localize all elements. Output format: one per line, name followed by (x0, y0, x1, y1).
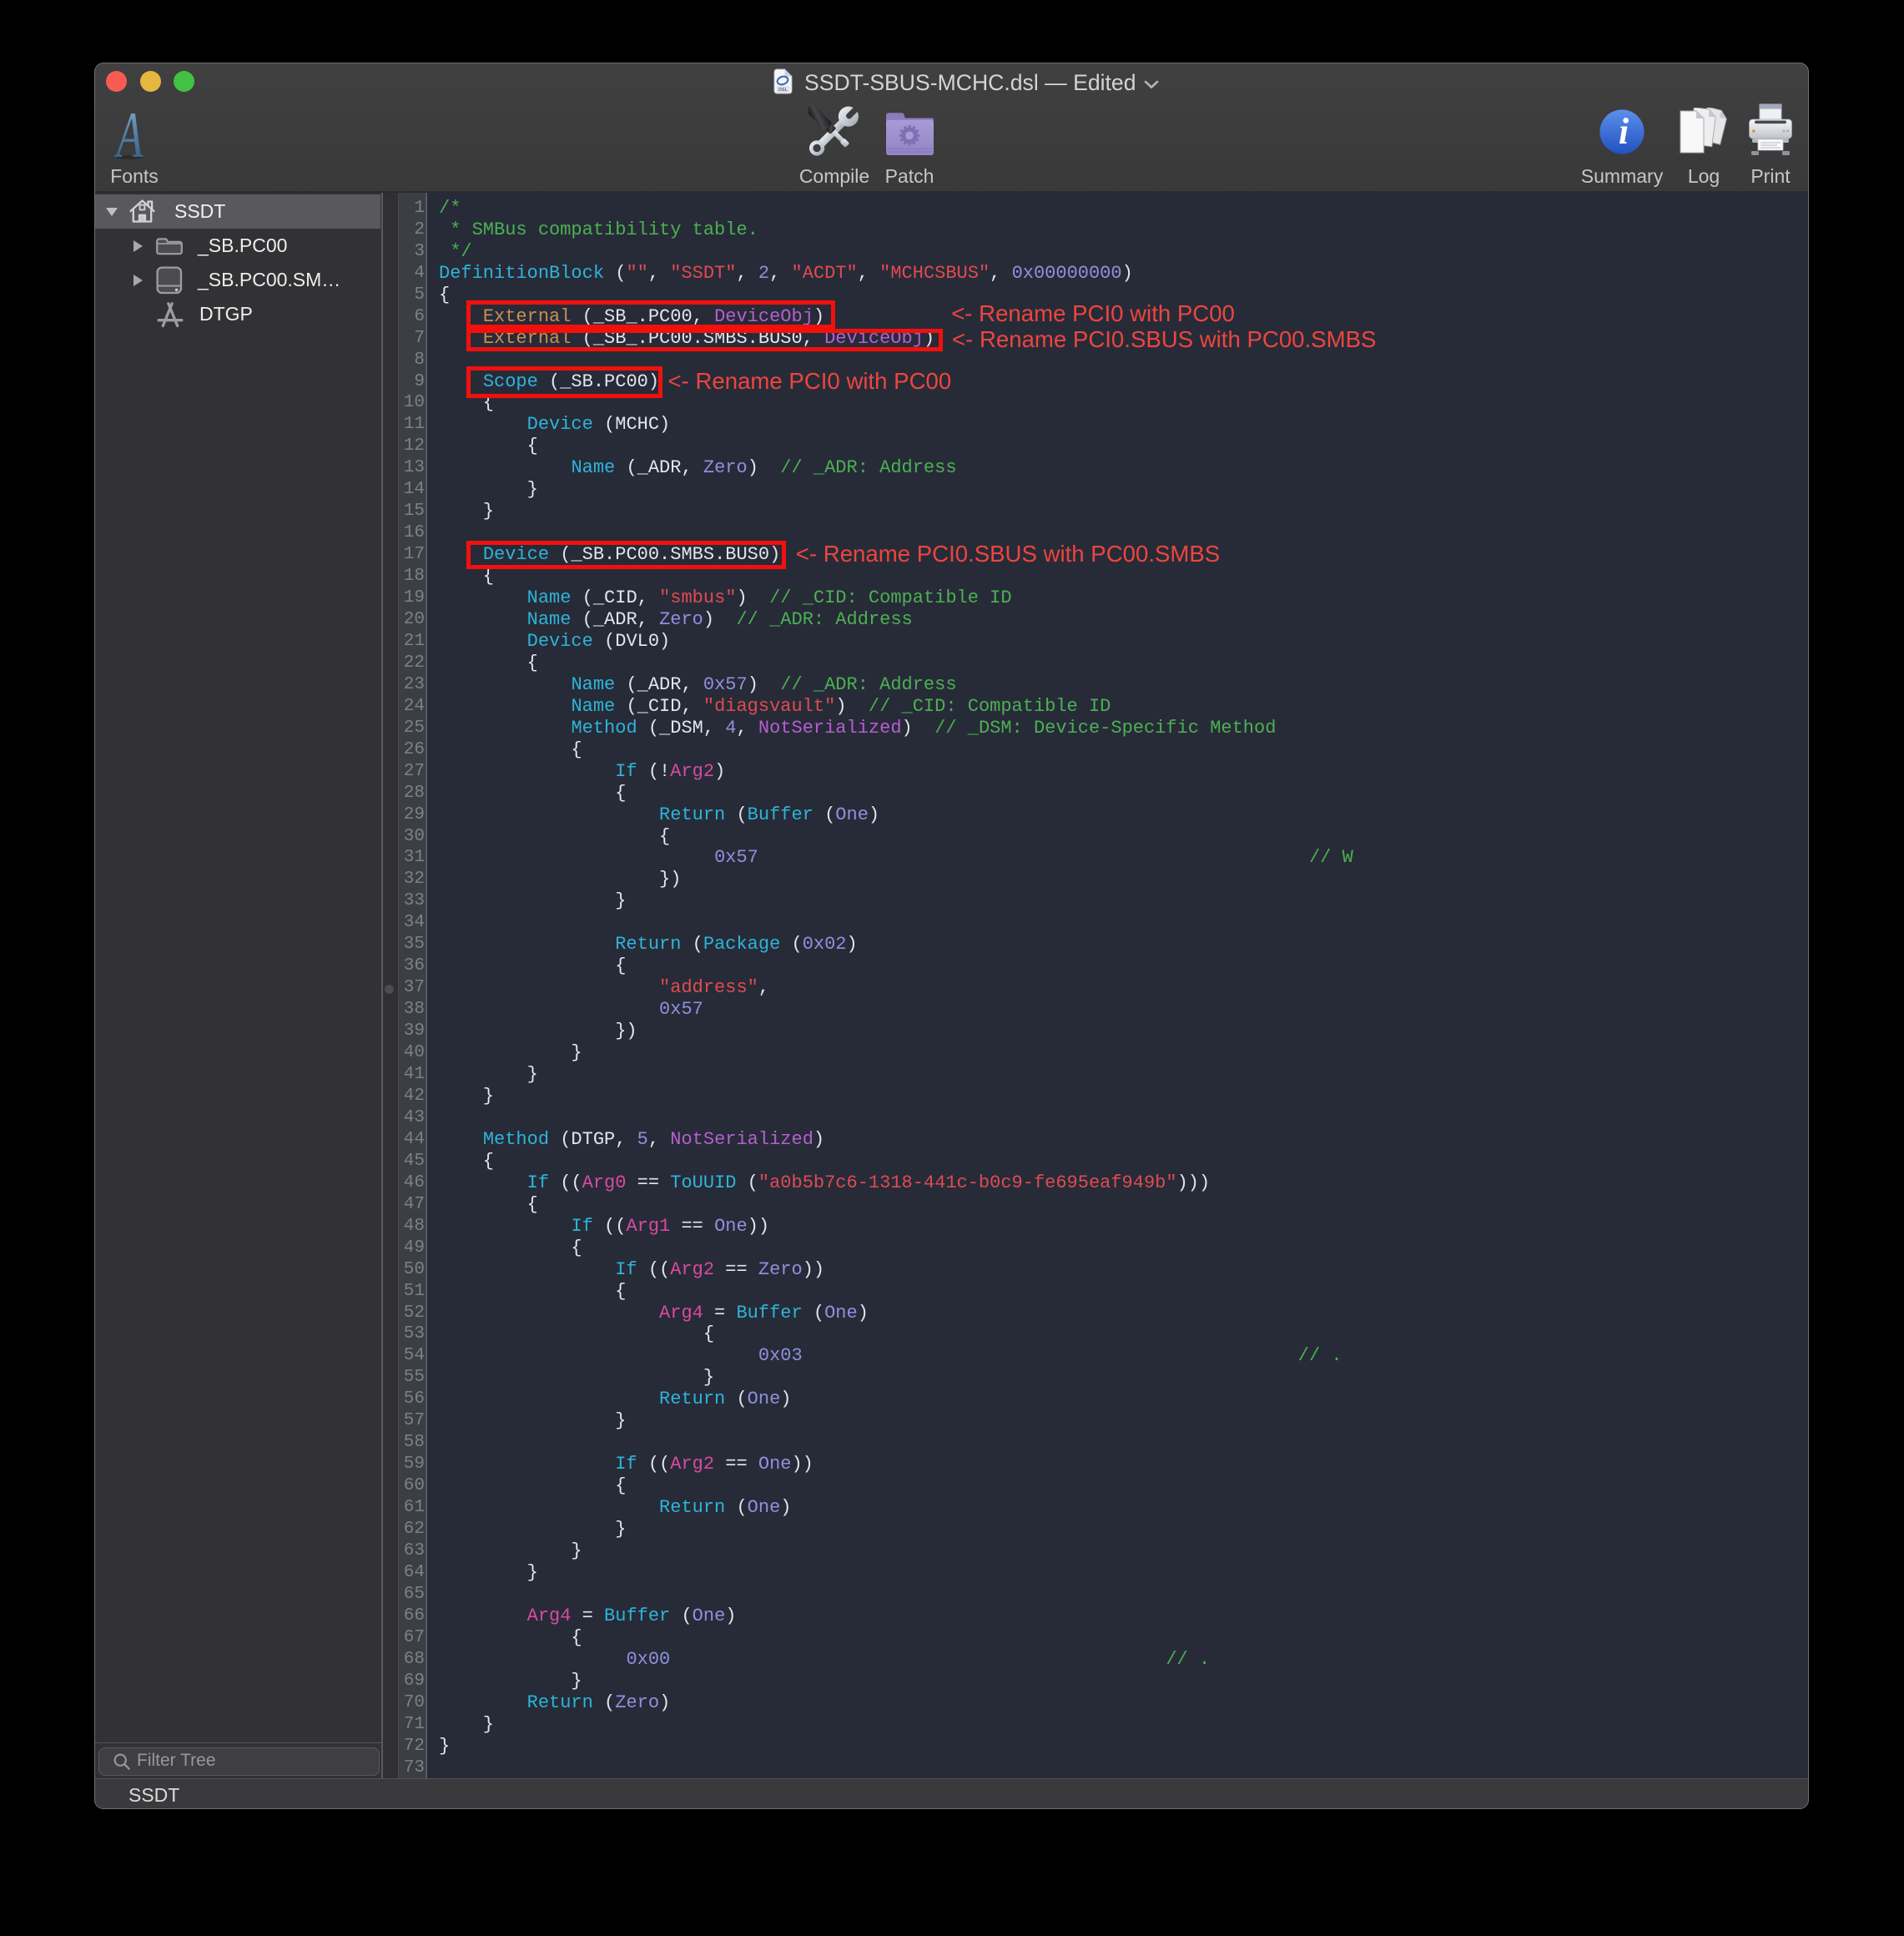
svg-text:DSL: DSL (778, 88, 788, 93)
svg-text:A: A (114, 112, 144, 160)
svg-text:i: i (1619, 111, 1629, 152)
